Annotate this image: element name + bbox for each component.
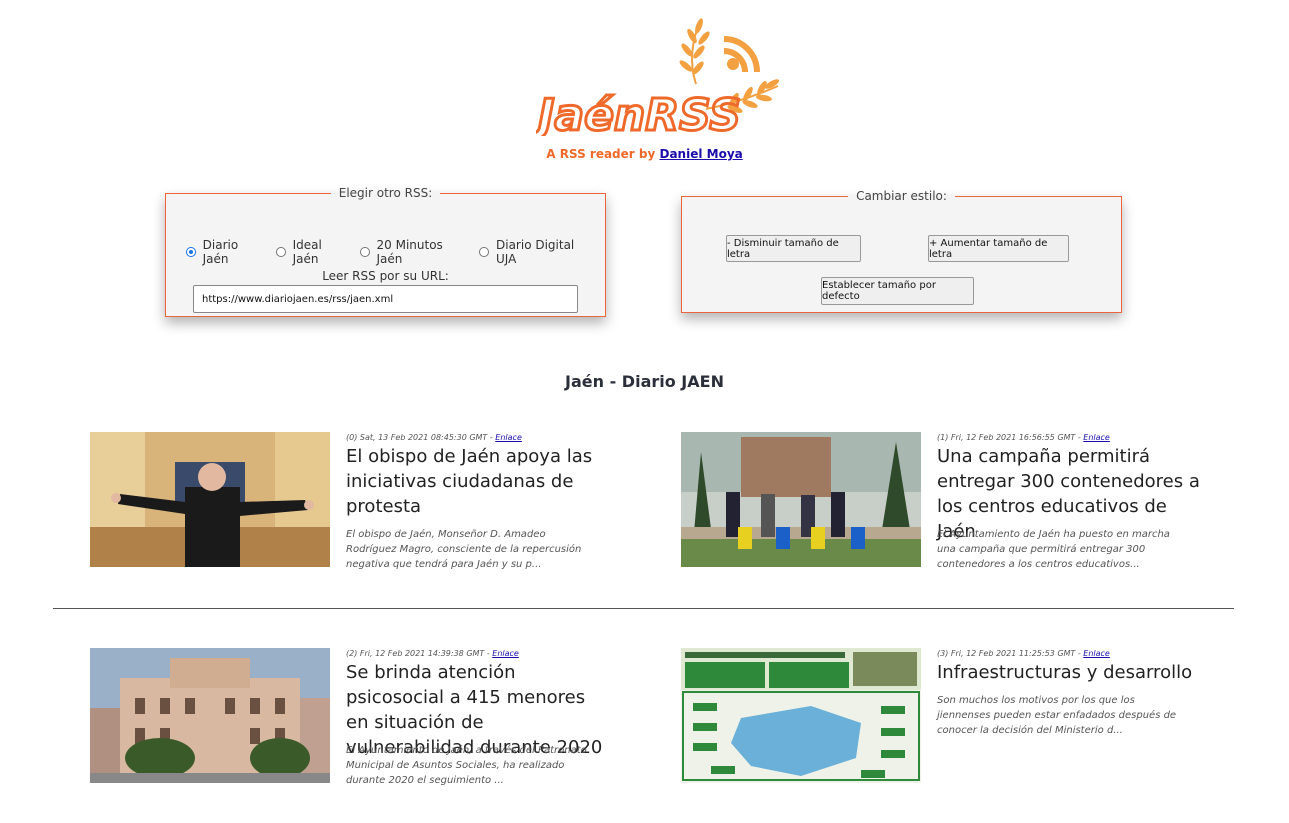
article-title[interactable]: Infraestructuras y desarrollo (937, 660, 1202, 685)
style-panel-legend: Cambiar estilo: (856, 189, 947, 203)
rss-url-label: Leer RSS por su URL: (322, 269, 449, 283)
jaenrss-logo: JaénRSS (529, 14, 786, 143)
article-link[interactable]: Enlace (1083, 649, 1110, 658)
article-summary: Son muchos los motivos por los que los j… (937, 695, 1177, 736)
rss-selector-legend: Elegir otro RSS: (338, 186, 433, 200)
article-meta: (1) Fri, 12 Feb 2021 16:56:55 GMT - Enla… (937, 433, 1110, 442)
rss-url-input[interactable] (193, 285, 578, 313)
rss-selector-panel: Elegir otro RSS: Diario Jaén Ideal Jaén … (165, 186, 606, 317)
article-date: (0) Sat, 13 Feb 2021 08:45:30 GMT - (346, 433, 493, 442)
radio-dot-icon[interactable] (275, 247, 286, 257)
article-summary: El Ayuntamiento de Jaén ha puesto en mar… (937, 529, 1170, 570)
article-summary: El obispo de Jaén, Monseñor D. Amadeo Ro… (346, 529, 582, 570)
feed-title: Jaén - Diario JAEN (565, 372, 724, 391)
article-title[interactable]: El obispo de Jaén apoya las iniciativas … (346, 444, 611, 519)
radio-dot-icon[interactable] (186, 247, 196, 257)
article-item: (0) Sat, 13 Feb 2021 08:45:30 GMT - Enla… (90, 432, 610, 572)
article-item: (1) Fri, 12 Feb 2021 16:56:55 GMT - Enla… (681, 432, 1201, 572)
article-link[interactable]: Enlace (492, 649, 519, 658)
article-summary: El Ayuntamiento de Jaén, a través del Pa… (346, 745, 587, 786)
radio-label: Ideal Jaén (292, 238, 322, 266)
author-link[interactable]: Daniel Moya (659, 147, 742, 161)
article-link[interactable]: Enlace (495, 433, 522, 442)
decrease-font-button[interactable]: - Disminuir tamaño de letra (726, 235, 861, 262)
article-item: (2) Fri, 12 Feb 2021 14:39:38 GMT - Enla… (90, 648, 610, 788)
article-image[interactable] (90, 432, 330, 567)
article-image[interactable] (681, 648, 921, 783)
article-date: (1) Fri, 12 Feb 2021 16:56:55 GMT - (937, 433, 1081, 442)
radio-dot-icon[interactable] (479, 247, 489, 257)
article-divider (53, 608, 1234, 609)
byline-prefix: A RSS reader by (546, 147, 656, 161)
article-meta: (0) Sat, 13 Feb 2021 08:45:30 GMT - Enla… (346, 433, 522, 442)
default-font-button[interactable]: Establecer tamaño por defecto (821, 277, 974, 305)
article-date: (3) Fri, 12 Feb 2021 11:25:53 GMT - (937, 649, 1081, 658)
style-panel: Cambiar estilo: - Disminuir tamaño de le… (681, 189, 1122, 313)
radio-diario-digital-uja[interactable]: Diario Digital UJA (479, 238, 594, 266)
article-link[interactable]: Enlace (1083, 433, 1110, 442)
radio-ideal-jaen[interactable]: Ideal Jaén (275, 238, 349, 266)
article-meta: (2) Fri, 12 Feb 2021 14:39:38 GMT - Enla… (346, 649, 519, 658)
radio-label: 20 Minutos Jaén (376, 238, 443, 266)
rss-source-options: Diario Jaén Ideal Jaén 20 Minutos Jaén D… (186, 238, 605, 266)
svg-text:JaénRSS: JaénRSS (536, 90, 741, 136)
radio-20-minutos-jaen[interactable]: 20 Minutos Jaén (359, 238, 468, 266)
radio-dot-icon[interactable] (359, 247, 370, 257)
increase-font-button[interactable]: + Aumentar tamaño de letra (928, 235, 1069, 262)
article-date: (2) Fri, 12 Feb 2021 14:39:38 GMT - (346, 649, 490, 658)
radio-label: Diario Digital UJA (496, 238, 575, 266)
article-item: (3) Fri, 12 Feb 2021 11:25:53 GMT - Enla… (681, 648, 1201, 788)
article-image[interactable] (681, 432, 921, 567)
article-meta: (3) Fri, 12 Feb 2021 11:25:53 GMT - Enla… (937, 649, 1110, 658)
rss-icon (723, 36, 760, 73)
radio-label: Diario Jaén (202, 238, 239, 266)
byline: A RSS reader by Daniel Moya (0, 147, 1289, 161)
article-image[interactable] (90, 648, 330, 783)
radio-diario-jaen[interactable]: Diario Jaén (186, 238, 265, 266)
